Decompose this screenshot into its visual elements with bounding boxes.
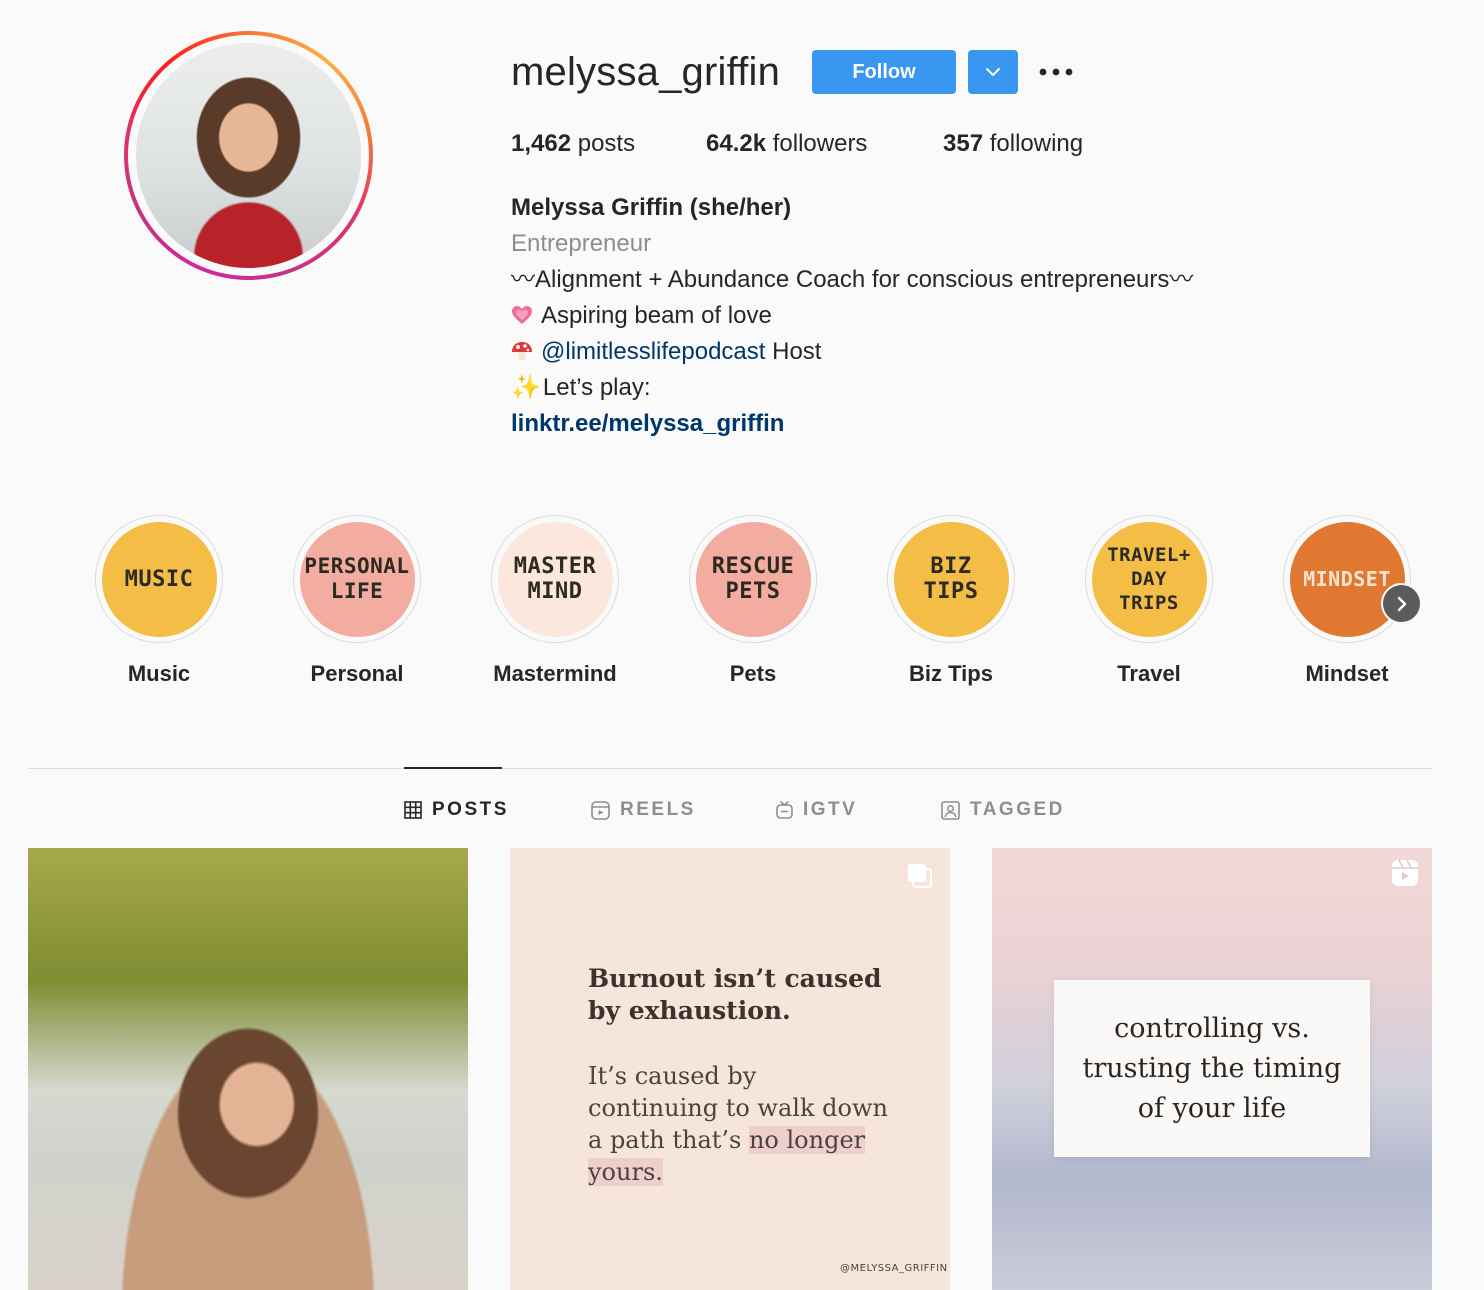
highlight-cover: PERSONAL LIFE — [299, 521, 415, 637]
highlight-ring: RESCUE PETS — [689, 515, 817, 643]
highlight-ring: BIZ TIPS — [887, 515, 1015, 643]
posts-count: 1,462 posts — [511, 130, 636, 157]
bio-line: 〰Alignment + Abundance Coach for conscio… — [511, 266, 1194, 293]
suggested-accounts-button[interactable] — [968, 50, 1018, 94]
reel-icon — [1392, 859, 1418, 886]
profile-bio: Melyssa Griffin (she/her) Entrepreneur 〰… — [511, 190, 1193, 442]
tab-label: TAGGED — [970, 799, 1065, 820]
quote-body: It’s caused by continuing to walk down a… — [588, 1060, 888, 1188]
highlight-label: Music — [127, 661, 191, 686]
highlights-next-button[interactable] — [1383, 585, 1420, 622]
mushroom-icon — [512, 342, 532, 360]
highlight-personal[interactable]: PERSONAL LIFE Personal — [293, 515, 421, 687]
quote-heading-line: by exhaustion. — [588, 996, 791, 1025]
grid-icon — [404, 801, 422, 819]
story-ring[interactable] — [124, 31, 373, 280]
quote-signature: @MELYSSA_GRIFFIN — [840, 1263, 948, 1274]
highlight-ring: MASTER MIND — [491, 515, 619, 643]
highlight-label: Mastermind — [493, 661, 617, 686]
sparkling-heart-icon — [512, 306, 532, 324]
highlight-label: Travel — [1117, 661, 1181, 686]
more-options-button[interactable] — [1036, 56, 1076, 88]
highlight-cover: TRAVEL+ DAY TRIPS — [1091, 521, 1207, 637]
post-thumbnail-photo[interactable] — [28, 848, 468, 1290]
highlight-biz-tips[interactable]: BIZ TIPS Biz Tips — [887, 515, 1015, 687]
carousel-icon — [908, 864, 933, 889]
podcast-mention-link[interactable]: @limitlesslifepodcast — [541, 338, 765, 365]
follow-button[interactable]: Follow — [812, 50, 956, 94]
highlight-cover: BIZ TIPS — [893, 521, 1009, 637]
full-name: Melyssa Griffin (she/her) — [511, 194, 792, 221]
highlight-mastermind[interactable]: MASTER MIND Mastermind — [491, 515, 619, 687]
tab-reels[interactable]: REELS — [591, 797, 696, 823]
highlight-ring: MINDSET — [1283, 515, 1411, 643]
quote-card: controlling vs. trusting the timing of y… — [1054, 980, 1370, 1157]
bio-line: @limitlesslifepodcast Host — [511, 334, 1193, 370]
highlight-label: Personal — [310, 661, 404, 686]
quote-card-line: controlling vs. — [1114, 1012, 1310, 1044]
highlight-pets[interactable]: RESCUE PETS Pets — [689, 515, 817, 687]
tab-igtv[interactable]: IGTV — [776, 797, 857, 823]
bio-line: Aspiring beam of love — [511, 298, 1193, 334]
profile-username: melyssa_griffin — [511, 50, 781, 94]
chevron-down-icon — [986, 68, 1000, 76]
igtv-icon — [776, 801, 793, 819]
quote-heading-line: Burnout isn’t caused — [588, 964, 882, 993]
quote-card-line: trusting the timing — [1082, 1052, 1342, 1084]
highlight-ring: MUSIC — [95, 515, 223, 643]
tabs-divider — [28, 768, 1432, 769]
tab-tagged[interactable]: TAGGED — [941, 797, 1065, 823]
active-tab-indicator — [404, 767, 502, 769]
quote-heading: Burnout isn’t caused by exhaustion. — [588, 963, 882, 1027]
highlight-cover: MASTER MIND — [497, 521, 613, 637]
quote-card-text: controlling vs. trusting the timing of y… — [1083, 1009, 1342, 1129]
sparkles-icon: ✨ — [511, 374, 541, 401]
highlight-music[interactable]: MUSIC Music — [95, 515, 223, 687]
highlight-ring: TRAVEL+ DAY TRIPS — [1085, 515, 1213, 643]
highlight-cover: MINDSET — [1289, 521, 1405, 637]
highlight-label: Mindset — [1305, 661, 1389, 686]
tab-label: REELS — [620, 799, 696, 820]
external-link[interactable]: linktr.ee/melyssa_griffin — [511, 406, 1193, 442]
tab-posts[interactable]: POSTS — [404, 797, 509, 823]
profile-stats: 1,462 posts 64.2k followers 357 followin… — [511, 130, 1083, 158]
profile-avatar[interactable] — [136, 43, 361, 268]
reels-icon — [591, 800, 610, 820]
story-highlights: MUSIC Music PERSONAL LIFE Personal MASTE… — [95, 515, 1425, 695]
tab-label: POSTS — [432, 799, 509, 820]
tab-label: IGTV — [803, 799, 858, 820]
followers-link[interactable]: 64.2k followers — [706, 130, 943, 158]
highlight-label: Biz Tips — [909, 661, 993, 686]
highlight-cover: MUSIC — [101, 521, 217, 637]
more-options-icon — [1039, 68, 1073, 76]
post-thumbnail-reel[interactable]: controlling vs. trusting the timing of y… — [992, 848, 1432, 1290]
highlight-ring: PERSONAL LIFE — [293, 515, 421, 643]
highlight-label: Pets — [729, 661, 777, 686]
highlight-cover: RESCUE PETS — [695, 521, 811, 637]
tagged-icon — [941, 800, 960, 820]
chevron-right-icon — [1397, 596, 1406, 611]
post-thumbnail-quote[interactable]: Burnout isn’t caused by exhaustion. It’s… — [510, 848, 950, 1290]
quote-card-line: of your life — [1137, 1092, 1287, 1124]
category-label: Entrepreneur — [511, 230, 652, 257]
highlight-travel[interactable]: TRAVEL+ DAY TRIPS Travel — [1085, 515, 1213, 687]
following-link[interactable]: 357 following — [943, 130, 1083, 158]
bio-line: ✨Let’s play: — [511, 374, 651, 401]
